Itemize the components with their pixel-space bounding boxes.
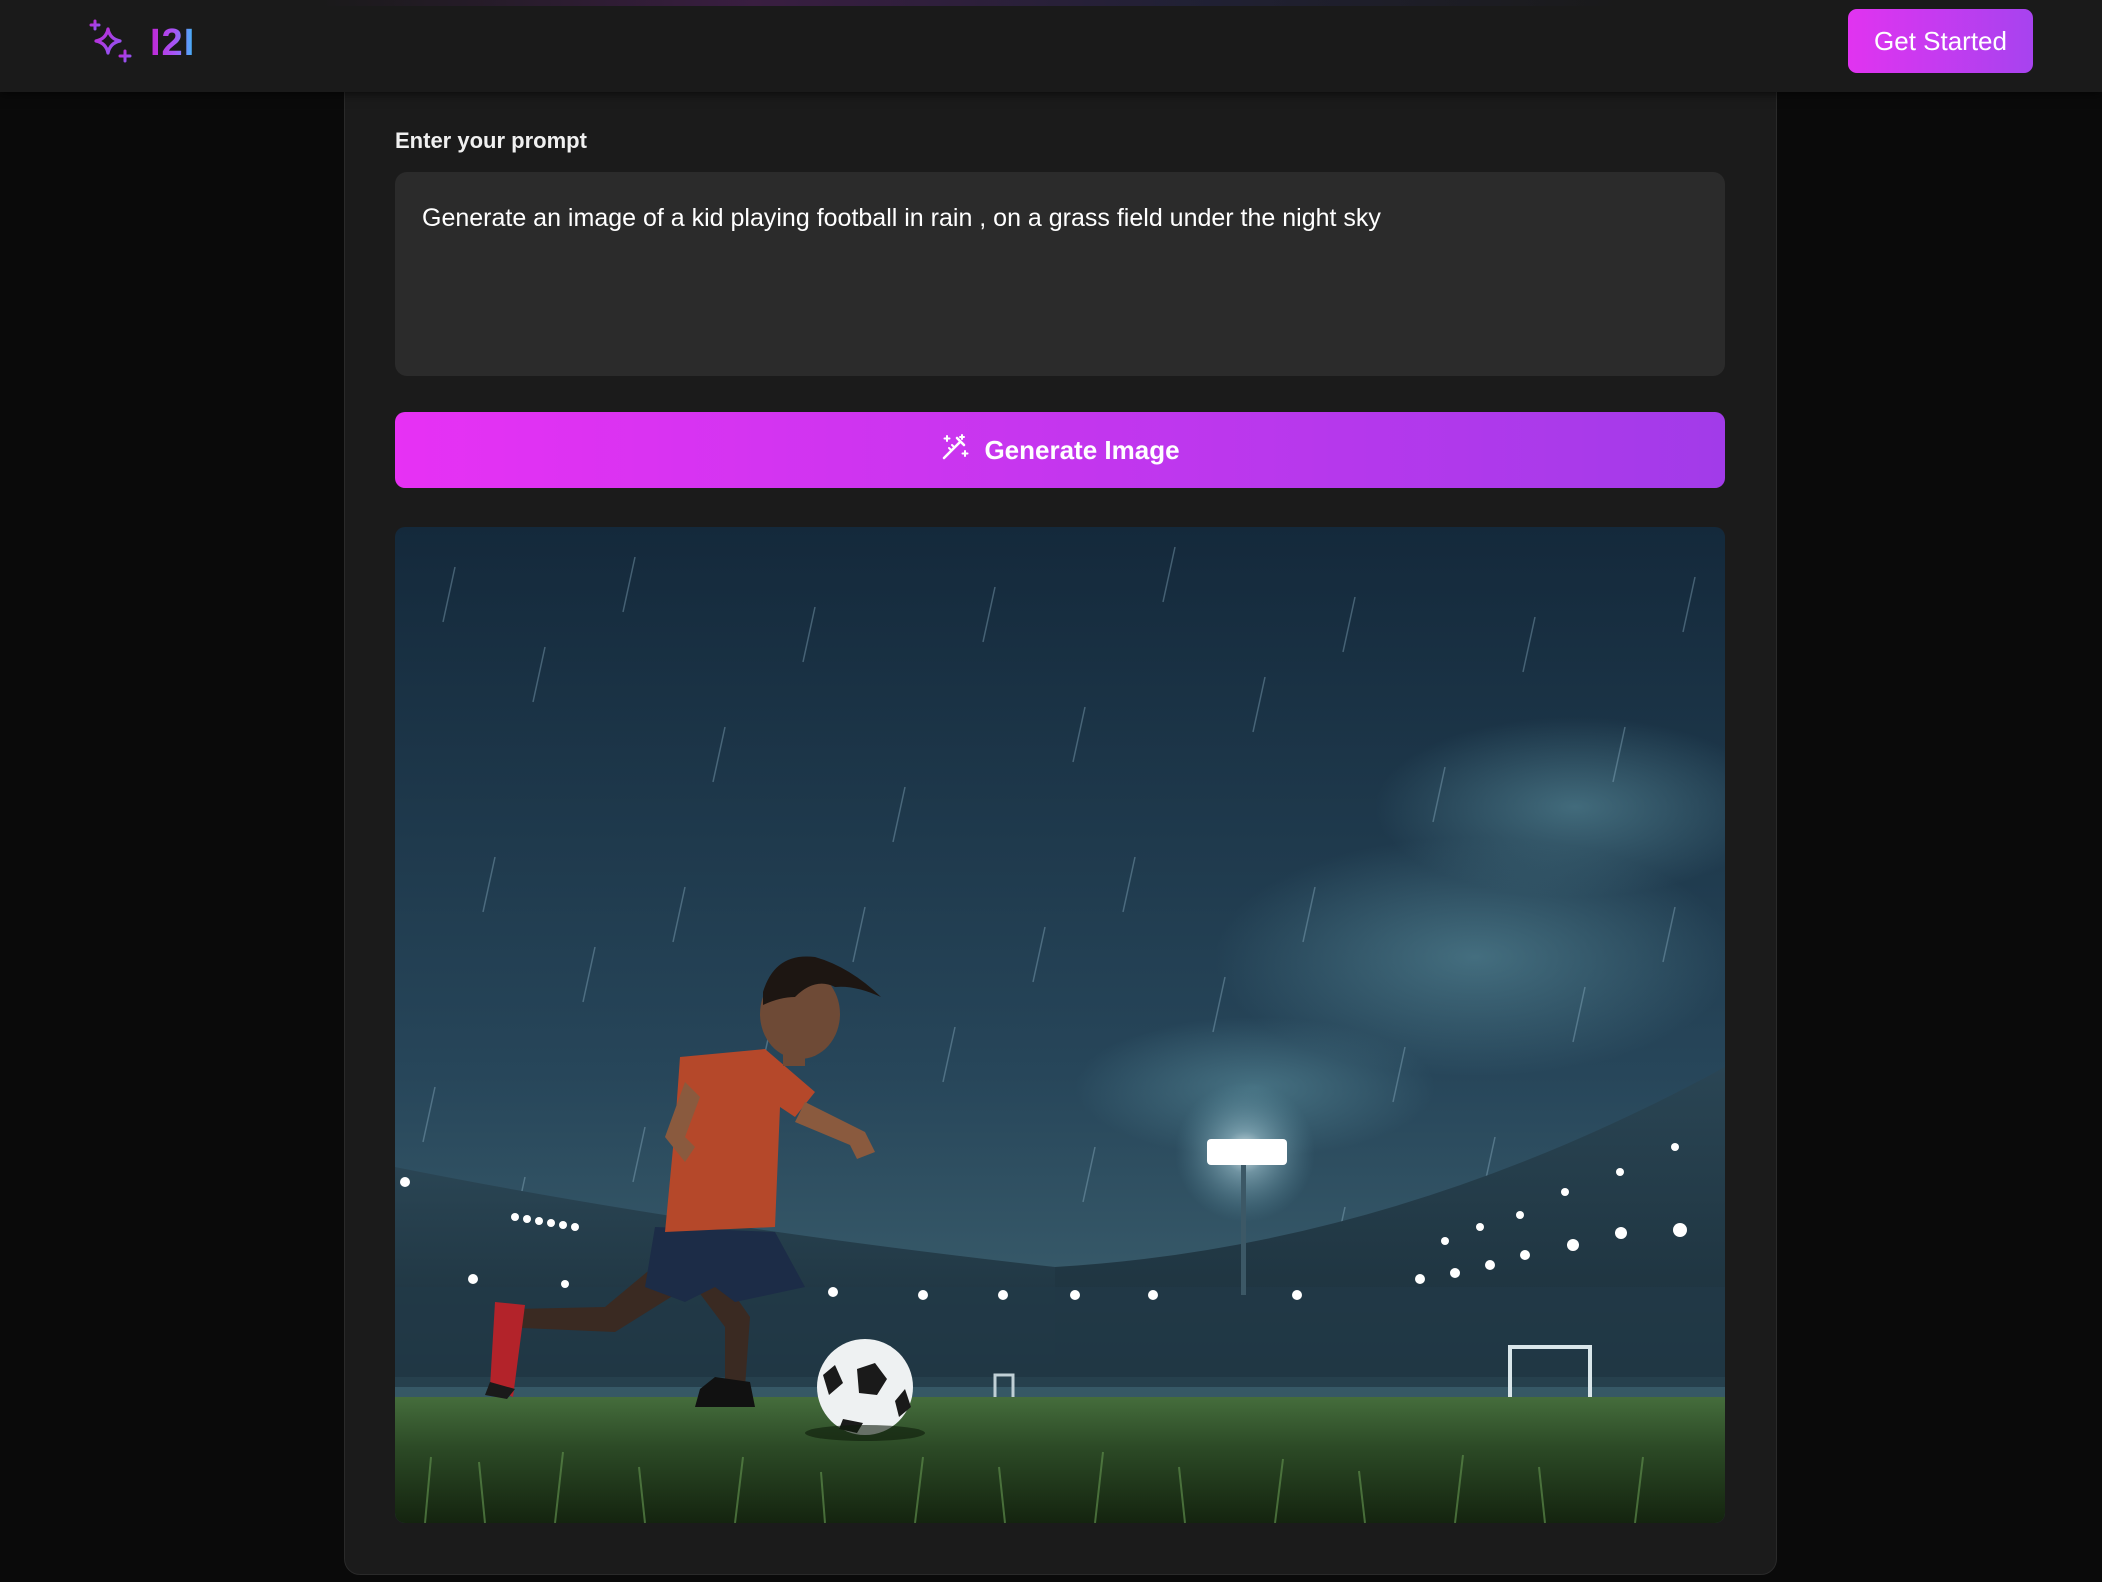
generated-image	[395, 527, 1725, 1523]
top-navbar: I2I Get Started	[0, 0, 2102, 92]
sparkles-icon	[88, 19, 136, 67]
header-glow	[320, 0, 1620, 6]
prompt-input[interactable]: Generate an image of a kid playing footb…	[395, 172, 1725, 376]
generate-image-button[interactable]: Generate Image	[395, 412, 1725, 488]
magic-wand-icon	[940, 432, 970, 469]
get-started-button[interactable]: Get Started	[1848, 9, 2033, 73]
logo-text: I2I	[150, 21, 196, 64]
prompt-label: Enter your prompt	[395, 128, 587, 153]
generate-image-label: Generate Image	[984, 434, 1180, 465]
logo[interactable]: I2I	[88, 18, 195, 68]
